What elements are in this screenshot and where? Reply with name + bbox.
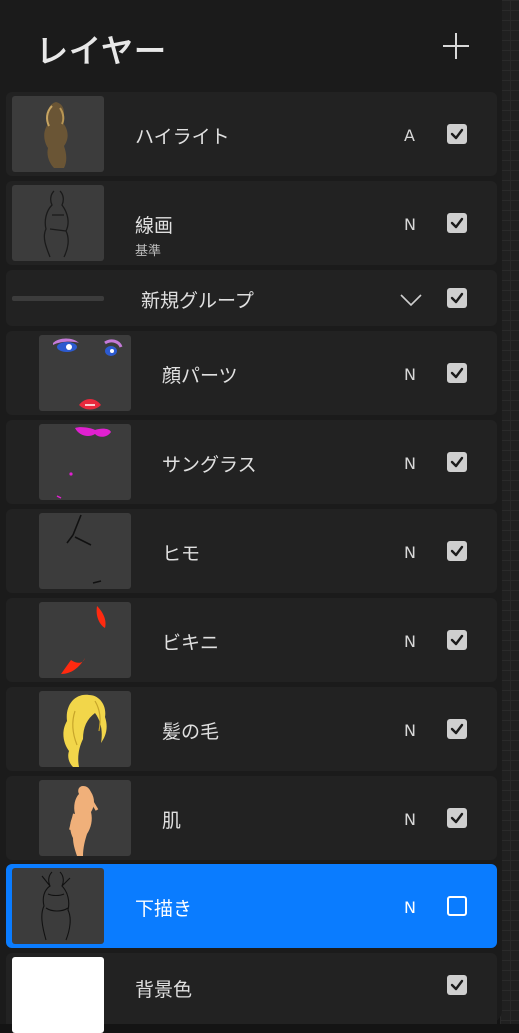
layer-row-hair[interactable]: 髪の毛 N [6, 687, 497, 771]
layer-name: 顔パーツ [162, 365, 238, 387]
layer-name: ビキニ [162, 632, 220, 654]
layer-thumbnail [39, 780, 131, 856]
blend-mode[interactable]: N [404, 632, 416, 651]
visibility-checkbox[interactable] [447, 541, 467, 561]
blend-mode[interactable]: N [404, 810, 416, 829]
check-icon [450, 979, 464, 991]
visibility-checkbox[interactable] [447, 630, 467, 650]
layer-name: ハイライト [135, 126, 230, 148]
blend-mode[interactable]: N [404, 721, 416, 740]
plus-icon [443, 33, 469, 59]
check-icon [450, 367, 464, 379]
background-color-swatch [12, 957, 104, 1033]
check-icon [450, 812, 464, 824]
check-icon [450, 723, 464, 735]
layer-thumbnail [39, 691, 131, 767]
visibility-checkbox[interactable] [447, 452, 467, 472]
layer-thumbnail [12, 868, 104, 944]
layer-clip-label: 基準 [135, 244, 162, 259]
visibility-checkbox[interactable] [447, 124, 467, 144]
blend-mode[interactable]: A [404, 126, 415, 145]
layer-thumbnail [39, 513, 131, 589]
group-name: 新規グループ [141, 290, 254, 312]
visibility-checkbox[interactable] [447, 808, 467, 828]
layer-row-lineart[interactable]: 線画 基準 N [6, 181, 497, 265]
visibility-checkbox[interactable] [447, 363, 467, 383]
canvas-background [500, 0, 519, 1024]
layer-name: 下描き [135, 898, 193, 920]
layer-row-background-color[interactable]: 背景色 [6, 953, 497, 1033]
layer-name: 髪の毛 [162, 721, 220, 743]
layer-row-face-parts[interactable]: 顔パーツ N [6, 331, 497, 415]
layer-thumbnail [12, 185, 104, 261]
visibility-checkbox[interactable] [447, 975, 467, 995]
layer-row-highlight[interactable]: ハイライト A [6, 92, 497, 176]
layer-name: 背景色 [135, 979, 193, 1001]
layer-name: ヒモ [162, 543, 201, 565]
layer-thumbnail [12, 96, 104, 172]
layers-panel: レイヤー ハイライト A 線画 基準 N 新規グループ 顔パーツ N サングラス… [0, 0, 502, 1033]
blend-mode[interactable]: N [404, 543, 416, 562]
blend-mode[interactable]: N [404, 365, 416, 384]
visibility-checkbox[interactable] [447, 719, 467, 739]
panel-header: レイヤー [0, 0, 502, 90]
check-icon [450, 456, 464, 468]
check-icon [450, 128, 464, 140]
layer-group-row[interactable]: 新規グループ [6, 270, 497, 326]
visibility-checkbox[interactable] [447, 288, 467, 308]
layer-row-skin[interactable]: 肌 N [6, 776, 497, 860]
check-icon [450, 292, 464, 304]
panel-title: レイヤー [36, 32, 168, 70]
visibility-checkbox[interactable] [447, 896, 467, 916]
add-layer-button[interactable] [440, 30, 472, 62]
blend-mode[interactable]: N [404, 454, 416, 473]
layer-row-sunglasses[interactable]: サングラス N [6, 420, 497, 504]
blend-mode[interactable]: N [404, 898, 416, 917]
layer-thumbnail [39, 424, 131, 500]
check-icon [450, 634, 464, 646]
layer-row-bikini[interactable]: ビキニ N [6, 598, 497, 682]
layer-row-strings[interactable]: ヒモ N [6, 509, 497, 593]
layer-name: 肌 [162, 810, 182, 832]
check-icon [450, 545, 464, 557]
chevron-down-icon[interactable] [399, 292, 423, 307]
group-indicator [12, 296, 104, 301]
layer-thumbnail [39, 335, 131, 411]
blend-mode[interactable]: N [404, 215, 416, 234]
layer-name: 線画 [135, 215, 174, 237]
check-icon [450, 217, 464, 229]
visibility-checkbox[interactable] [447, 213, 467, 233]
layer-name: サングラス [162, 454, 257, 476]
layer-thumbnail [39, 602, 131, 678]
layer-row-sketch[interactable]: 下描き N [6, 864, 497, 948]
